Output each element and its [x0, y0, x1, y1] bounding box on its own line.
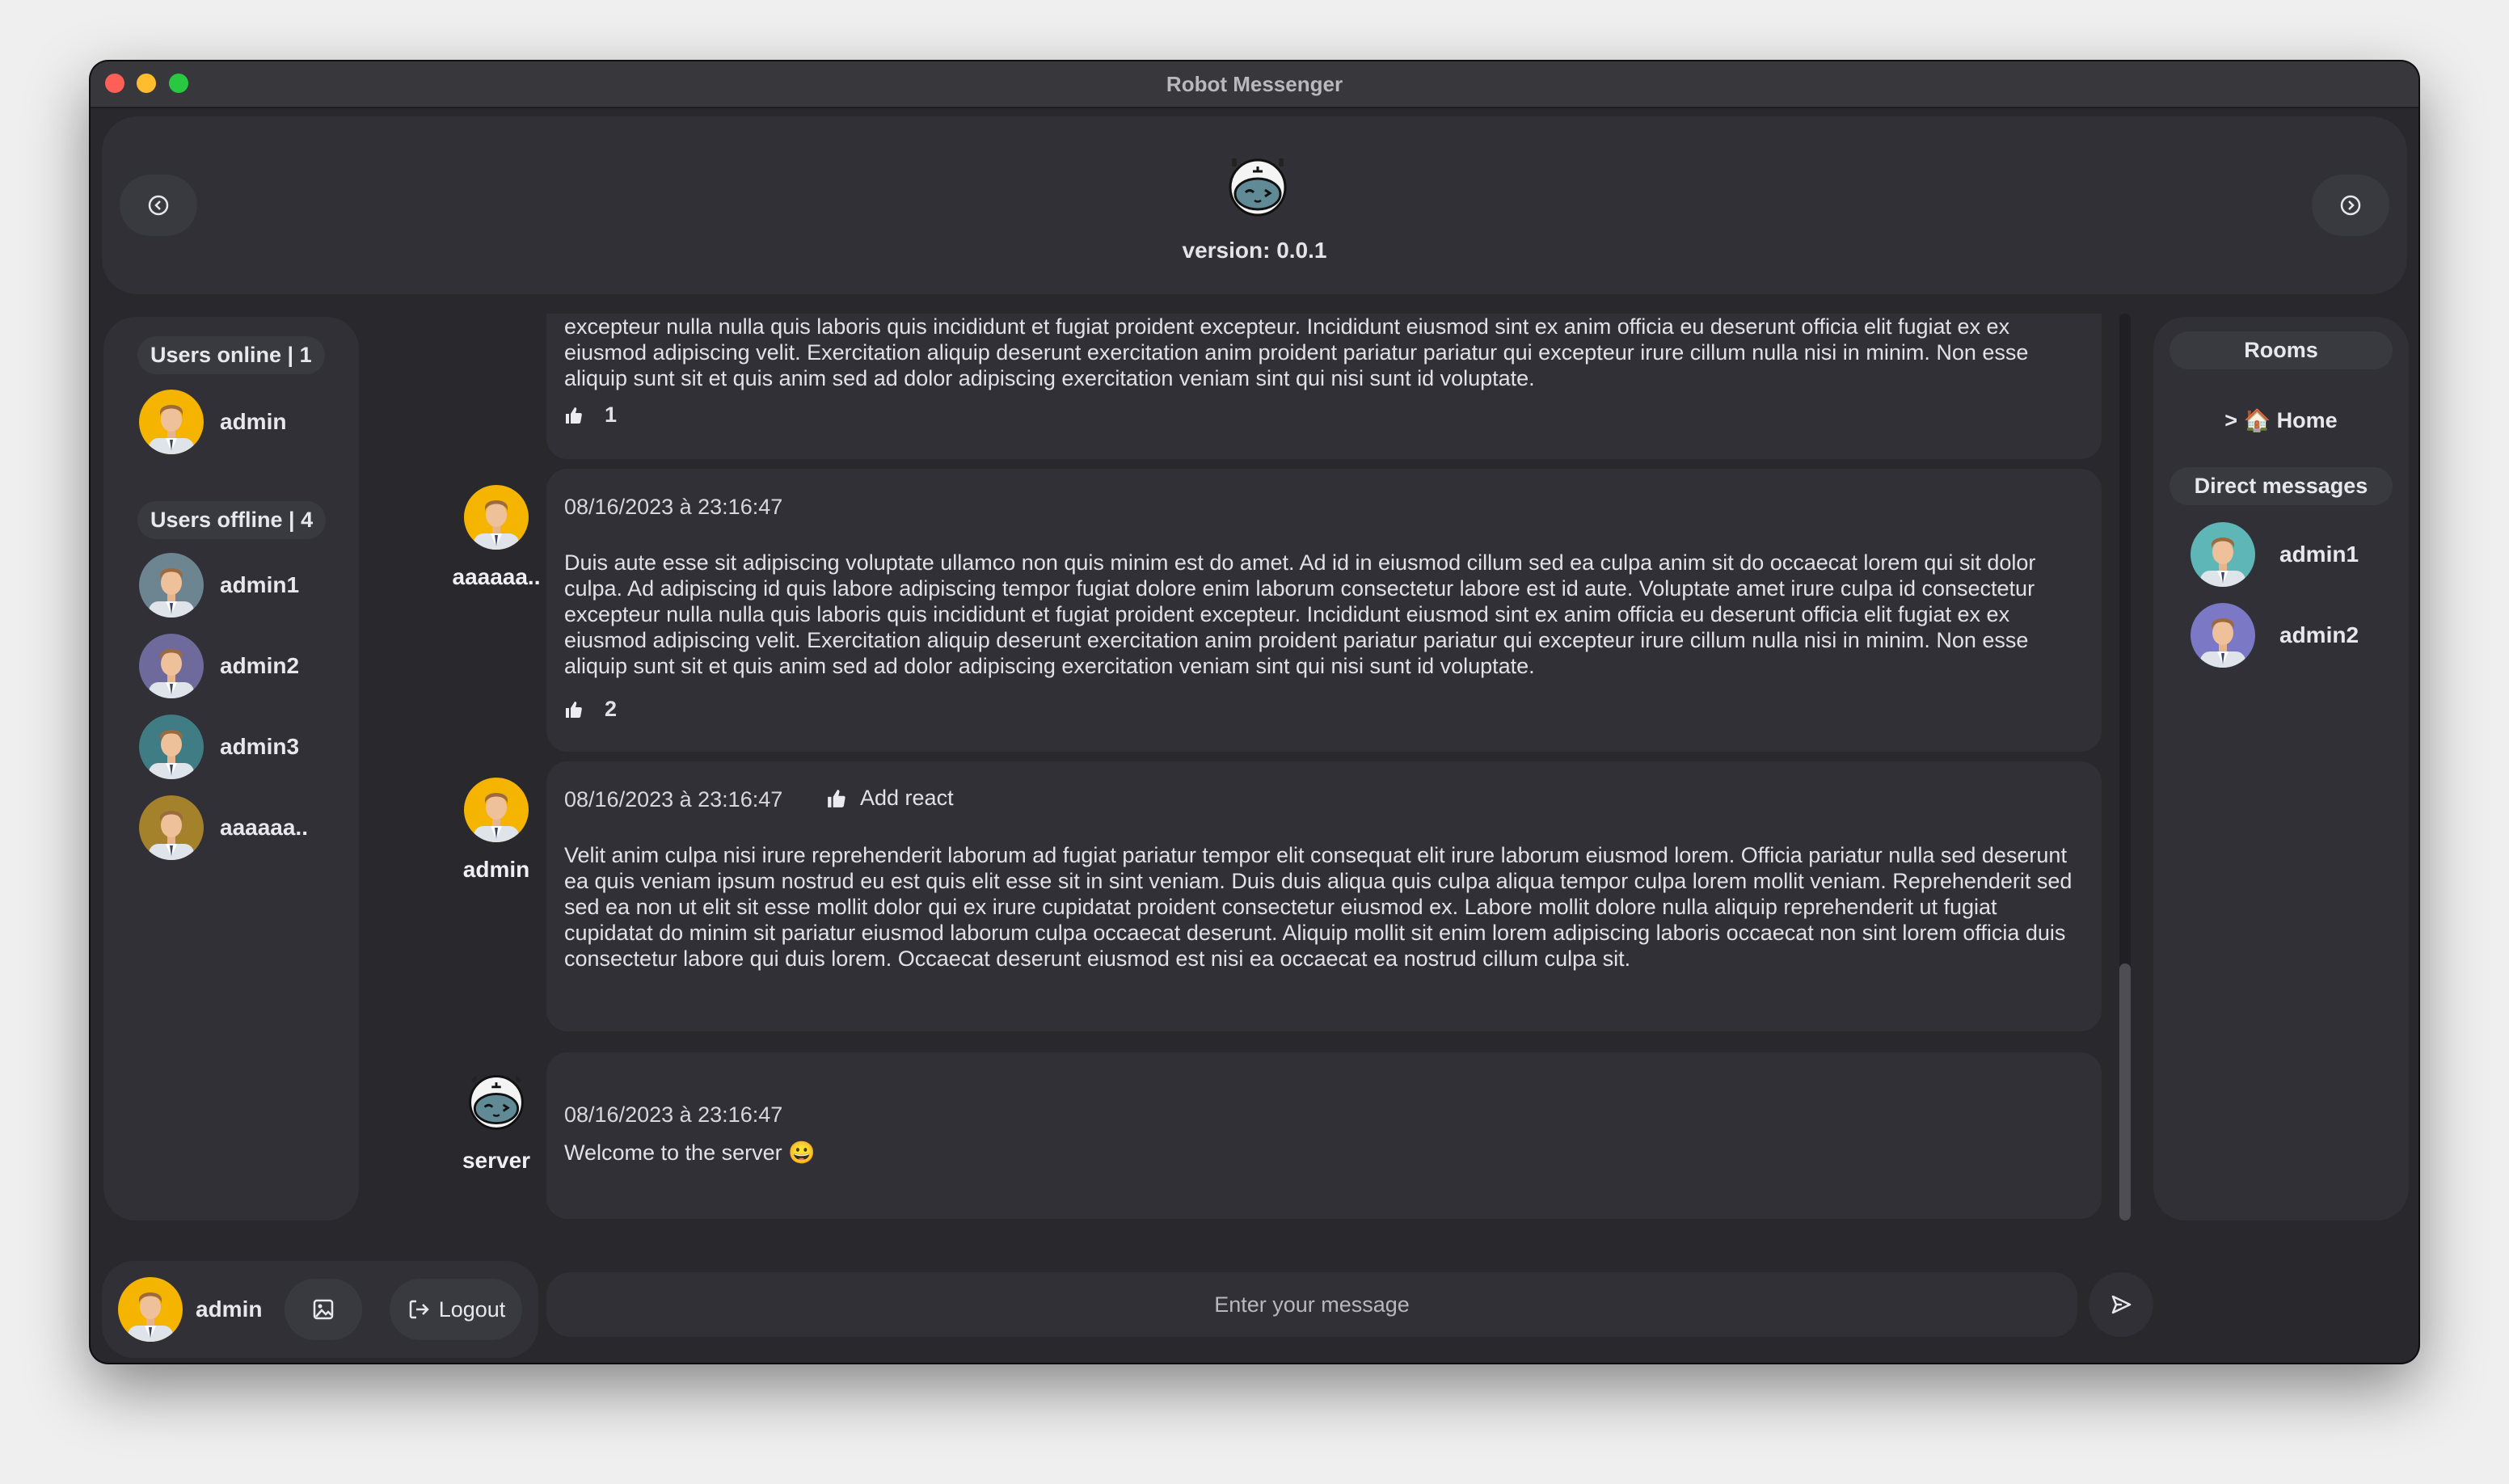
avatar — [139, 795, 204, 860]
user-name: admin — [220, 409, 287, 434]
rooms-panel: Rooms > 🏠 Home Direct messages admin1 ad… — [2153, 317, 2409, 1221]
avatar — [139, 715, 204, 779]
message-card: 08/16/2023 à 23:16:47 Add react Velit an… — [546, 761, 2102, 1031]
add-react-label: Add react — [860, 786, 954, 810]
send-button[interactable] — [2089, 1272, 2153, 1337]
current-user-bar: admin Logout — [102, 1261, 538, 1358]
scrollbar-thumb[interactable] — [2119, 963, 2131, 1221]
send-icon — [2111, 1295, 2132, 1314]
version-label: version: 0.0.1 — [1182, 238, 1327, 263]
direct-messages-header: Direct messages — [2170, 467, 2393, 505]
offline-user-item[interactable]: aaaaaa.. — [139, 795, 308, 860]
window-title: Robot Messenger — [1166, 72, 1343, 96]
message-card: 08/16/2023 à 23:16:47 Welcome to the ser… — [546, 1052, 2102, 1219]
zoom-window-button[interactable] — [169, 74, 188, 93]
message-timestamp: 08/16/2023 à 23:16:47 — [564, 495, 783, 519]
reaction-button[interactable]: 1 — [564, 403, 617, 428]
minimize-window-button[interactable] — [137, 74, 156, 93]
message-sender: aaaaaa.. — [432, 485, 561, 590]
thumbs-up-icon — [564, 700, 584, 719]
user-name: admin2 — [2279, 622, 2359, 647]
current-user-name: admin — [196, 1296, 263, 1322]
sender-name: server — [462, 1148, 531, 1173]
logout-button[interactable]: Logout — [390, 1279, 522, 1340]
robot-logo-icon — [1224, 152, 1292, 220]
logout-icon — [409, 1300, 429, 1319]
image-icon — [313, 1299, 334, 1320]
user-name: admin2 — [220, 653, 300, 678]
offline-user-item[interactable]: admin1 — [139, 553, 299, 618]
app-window: Robot Messenger version: 0.0.1 Users onl… — [91, 61, 2418, 1363]
collapse-left-panel-button[interactable] — [120, 175, 197, 236]
online-user-item[interactable]: admin — [139, 390, 286, 454]
message-card: 08/16/2023 à 23:16:47 Duis aute esse sit… — [546, 469, 2102, 752]
avatar — [139, 390, 204, 454]
message-card: excepteur nulla nulla quis laboris quis … — [546, 314, 2102, 459]
user-name: aaaaaa.. — [220, 815, 308, 840]
avatar[interactable] — [464, 485, 529, 550]
messages-scrollbar[interactable] — [2119, 314, 2131, 1221]
message-body: Velit anim culpa nisi irure reprehenderi… — [564, 843, 2073, 971]
chevron-left-circle-icon — [148, 195, 169, 216]
offline-user-item[interactable]: admin2 — [139, 634, 299, 698]
avatar — [139, 553, 204, 618]
collapse-right-panel-button[interactable] — [2312, 175, 2389, 236]
user-name: admin1 — [2279, 542, 2359, 567]
message-sender: admin — [432, 778, 561, 883]
rooms-header: Rooms — [2170, 331, 2393, 369]
thumbs-up-icon — [826, 788, 847, 809]
app-header: version: 0.0.1 — [102, 116, 2407, 294]
direct-message-user[interactable]: admin2 — [2191, 603, 2359, 668]
thumbs-up-icon — [564, 406, 584, 425]
add-react-button[interactable]: Add react — [826, 786, 954, 811]
users-panel: Users online | 1 admin Users offline | 4… — [103, 317, 359, 1221]
message-body: excepteur nulla nulla quis laboris quis … — [564, 314, 2029, 390]
message-sender: server — [432, 1069, 561, 1174]
room-item-home[interactable]: > 🏠 Home — [2153, 407, 2409, 433]
server-avatar[interactable] — [464, 1069, 529, 1133]
reaction-count: 2 — [605, 697, 618, 721]
reaction-count: 1 — [605, 403, 618, 427]
title-bar: Robot Messenger — [91, 61, 2418, 108]
message-input[interactable]: Enter your message — [546, 1272, 2077, 1337]
users-offline-header: Users offline | 4 — [137, 501, 327, 539]
chevron-right-circle-icon — [2340, 195, 2361, 216]
direct-message-user[interactable]: admin1 — [2191, 522, 2359, 587]
upload-image-button[interactable] — [285, 1279, 362, 1340]
avatar — [2191, 603, 2255, 668]
reaction-button[interactable]: 2 — [564, 697, 617, 722]
sender-name: aaaaaa.. — [452, 564, 541, 589]
user-name: admin3 — [220, 734, 300, 759]
users-online-header: Users online | 1 — [137, 336, 325, 374]
logout-label: Logout — [438, 1296, 506, 1322]
offline-user-item[interactable]: admin3 — [139, 715, 299, 779]
avatar — [2191, 522, 2255, 587]
message-body: Welcome to the server 😀 — [564, 1140, 816, 1165]
robot-icon — [464, 1069, 529, 1133]
avatar[interactable] — [464, 778, 529, 842]
message-timestamp: 08/16/2023 à 23:16:47 — [564, 1102, 783, 1127]
current-user[interactable]: admin — [118, 1277, 262, 1342]
avatar — [118, 1277, 183, 1342]
close-window-button[interactable] — [105, 74, 124, 93]
user-name: admin1 — [220, 572, 300, 597]
sender-name: admin — [462, 857, 530, 882]
message-timestamp: 08/16/2023 à 23:16:47 — [564, 787, 783, 812]
message-body: Duis aute esse sit adipiscing voluptate … — [564, 550, 2036, 678]
avatar — [139, 634, 204, 698]
